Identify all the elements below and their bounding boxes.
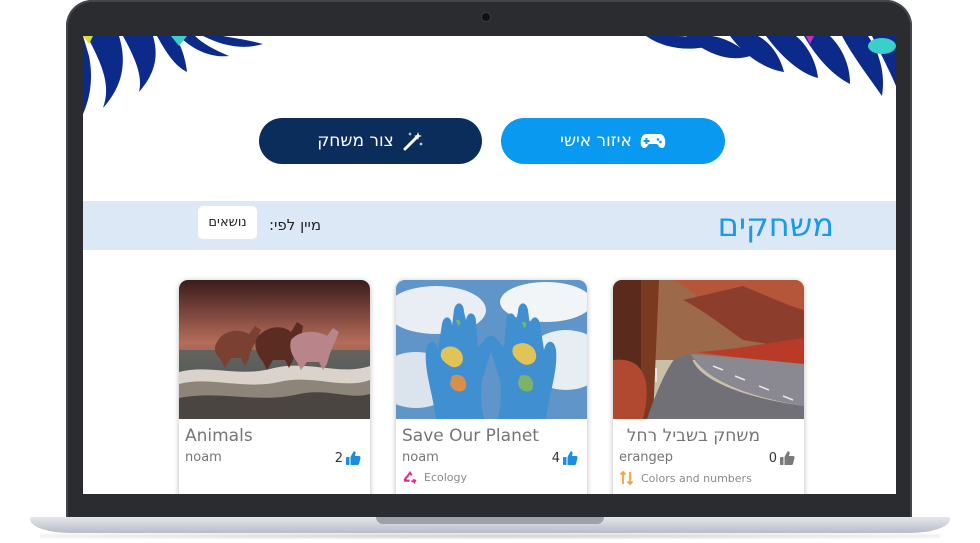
game-card-animals[interactable]: Animals noam 2 [179,280,370,494]
decorative-leaves-left [83,36,263,114]
games-title: משחקים [717,206,834,244]
category-label: Colors and numbers [641,471,752,485]
sort-label: מיין לפי: [269,216,322,234]
laptop-mockup: צור משחק איזור אישי משחקים מיין לפי: נוש [0,0,980,543]
recycle-icon [403,471,417,484]
personal-area-button[interactable]: איזור אישי [501,118,725,164]
thumbs-up-icon [780,451,795,465]
likes-counter[interactable]: 2 [335,450,361,466]
laptop-notch [376,517,604,524]
create-game-label: צור משחק [317,131,394,151]
likes-counter[interactable]: 0 [769,450,795,466]
horses-icon [179,280,370,419]
game-card-save-our-planet[interactable]: Save Our Planet noam 4 Ecology [396,280,587,494]
thumbs-up-icon [563,451,578,465]
game-card-rachel[interactable]: משחק בשביל רחל erangep 0 Colors and numb… [613,280,804,494]
numbers-icon [619,470,634,486]
likes-count: 2 [334,450,343,466]
card-title: משחק בשביל רחל [626,426,760,446]
card-category: Colors and numbers [619,470,752,486]
games-header-bar: משחקים מיין לפי: נושאים [83,201,896,250]
likes-count: 4 [551,450,560,466]
likes-count: 0 [768,450,777,466]
card-title: Save Our Planet [402,426,539,446]
webcam-icon [482,13,490,21]
magic-wand-icon [403,132,423,151]
globe-hands-icon [396,280,587,419]
laptop-shadow [40,533,940,539]
card-title: Animals [185,426,253,446]
card-author: erangep [619,450,674,465]
gamepad-icon [640,134,666,148]
sort-topics-button[interactable]: נושאים [198,206,257,239]
card-author: noam [185,450,222,465]
thumbs-up-icon [346,451,361,465]
app-screen: צור משחק איזור אישי משחקים מיין לפי: נוש [83,36,896,494]
likes-counter[interactable]: 4 [552,450,578,466]
decorative-leaves-right [646,36,896,96]
card-author: noam [402,450,439,465]
personal-area-label: איזור אישי [560,131,632,151]
forest-road-icon [613,280,804,419]
create-game-button[interactable]: צור משחק [259,118,482,164]
category-label: Ecology [424,471,468,484]
card-category: Ecology [402,470,467,485]
